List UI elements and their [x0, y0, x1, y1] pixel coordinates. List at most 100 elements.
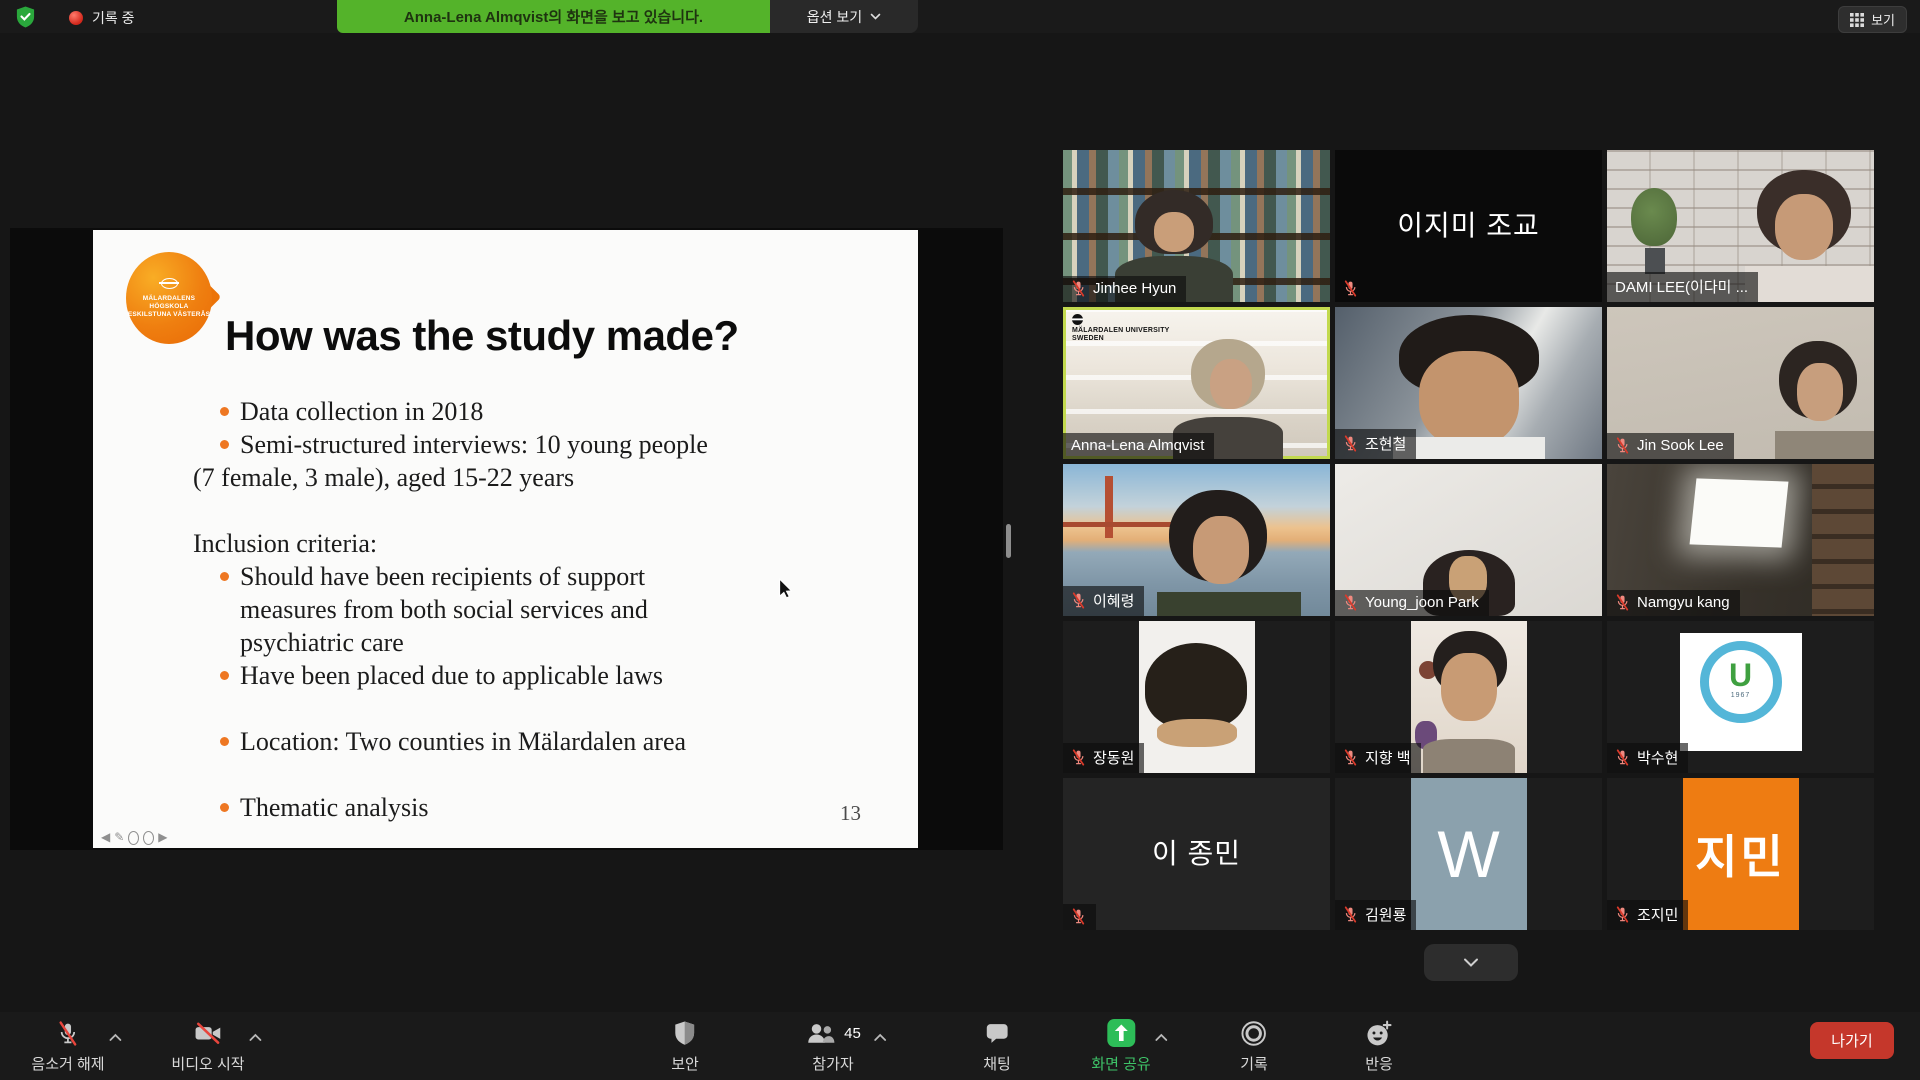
bullet-dot [220, 572, 229, 581]
participant-tile[interactable]: 지민조지민 [1607, 778, 1874, 930]
slide-line-text: (7 female, 3 male), aged 15-22 years [193, 463, 574, 492]
participant-badge: 장동원 [1063, 743, 1144, 773]
toolbar-chat-button[interactable]: 채팅 [983, 1018, 1011, 1074]
participant-tile[interactable]: 장동원 [1063, 621, 1330, 773]
view-button[interactable]: 보기 [1838, 6, 1907, 33]
participants-icon [805, 1021, 836, 1046]
more-participants-button[interactable] [1424, 944, 1518, 981]
chat-icon [984, 1021, 1010, 1046]
leave-meeting-button[interactable]: 나가기 [1810, 1022, 1894, 1059]
video-scene-shape [1441, 653, 1497, 721]
toolbar-button-label: 반응 [1365, 1053, 1393, 1074]
participant-name: Jinhee Hyun [1093, 280, 1176, 297]
presenter-menu-icon[interactable] [143, 831, 154, 845]
participant-badge: 이혜령 [1063, 586, 1144, 616]
participant-tile[interactable]: 조현철 [1335, 307, 1602, 459]
participant-tile[interactable]: Jinhee Hyun [1063, 150, 1330, 302]
toolbar-unmute-button[interactable]: 음소거 해제 [31, 1018, 104, 1074]
participant-tile[interactable]: W김원룡 [1335, 778, 1602, 930]
mouse-cursor [778, 578, 793, 604]
view-button-label: 보기 [1871, 10, 1895, 29]
video-scene-shape [1419, 351, 1519, 447]
chevron-down-icon [1463, 958, 1479, 967]
university-emblem-icon [1072, 314, 1083, 325]
participant-name: Young_joon Park [1365, 594, 1479, 611]
shield-icon [673, 1020, 696, 1046]
bullet-dot [220, 407, 229, 416]
slide-line-text: Have been placed due to applicable laws [240, 661, 663, 690]
participant-tile[interactable]: Young_joon Park [1335, 464, 1602, 616]
participant-name: 이혜령 [1093, 590, 1134, 611]
previous-slide-icon[interactable]: ◀ [101, 830, 110, 844]
slide-line: Should have been recipients of support m… [93, 560, 718, 659]
participant-tile[interactable]: MÄLARDALEN UNIVERSITYSWEDEN Anna-Lena Alm… [1063, 307, 1330, 459]
slide-line: Data collection in 2018 [93, 395, 718, 428]
viewing-screen-banner-text: Anna-Lena Almqvist의 화면을 보고 있습니다. [404, 6, 703, 27]
toolbar-button-label: 보안 [671, 1053, 699, 1074]
participant-name: 조현철 [1365, 433, 1406, 454]
panel-resize-handle[interactable] [1006, 524, 1011, 558]
participant-tile[interactable]: 이 종민 [1063, 778, 1330, 930]
zoom-meeting-window: 기록 중 Anna-Lena Almqvist의 화면을 보고 있습니다. 옵션… [0, 0, 1920, 1080]
video-scene-shape [1812, 464, 1874, 616]
slide-line: Thematic analysis [93, 791, 718, 824]
participant-badge: 박수현 [1607, 743, 1688, 773]
toolbar-record-button[interactable]: 기록 [1240, 1018, 1268, 1074]
presenter-tool-icon[interactable] [128, 831, 139, 845]
view-options-button[interactable]: 옵션 보기 [770, 0, 918, 33]
toolbar-start-video-button[interactable]: 비디오 시작 [171, 1018, 244, 1074]
university-logo-emblem [161, 278, 178, 289]
muted-mic-icon [1615, 906, 1630, 923]
next-slide-icon[interactable]: ▶ [158, 830, 167, 844]
participant-badge [1335, 276, 1368, 302]
toolbar-security-button[interactable]: 보안 [671, 1018, 699, 1074]
slide-line: Location: Two counties in Mälardalen are… [93, 725, 718, 758]
toolbar-button-label: 비디오 시작 [171, 1053, 244, 1074]
participant-badge [1063, 904, 1096, 930]
participant-name: 박수현 [1637, 747, 1678, 768]
participant-tile[interactable]: DAMI LEE(이다미 ... [1607, 150, 1874, 302]
participant-name: Anna-Lena Almqvist [1071, 437, 1204, 454]
participant-tile[interactable]: U1967박수현 [1607, 621, 1874, 773]
participant-tile[interactable]: 이지미 조교 [1335, 150, 1602, 302]
watermark-line1: MÄLARDALEN UNIVERSITY [1072, 327, 1170, 335]
emblem-letter: U [1709, 658, 1773, 692]
video-scene-shape [1154, 212, 1194, 252]
toolbar-share-screen-button[interactable]: 화면 공유 [1091, 1018, 1150, 1074]
participant-tile[interactable]: Jin Sook Lee [1607, 307, 1874, 459]
participant-tile[interactable]: 이혜령 [1063, 464, 1330, 616]
participant-name: 김원룡 [1365, 904, 1406, 925]
chevron-up-icon[interactable] [248, 1029, 262, 1047]
bullet-dot [220, 440, 229, 449]
chevron-up-icon[interactable] [108, 1029, 122, 1047]
recording-indicator-icon [69, 11, 83, 25]
participant-badge: 조지민 [1607, 900, 1688, 930]
slide-line: Semi-structured interviews: 10 young peo… [93, 428, 718, 461]
avatar-text: W [1411, 816, 1527, 892]
chevron-up-icon[interactable] [873, 1029, 887, 1047]
participant-badge: 지향 백 [1335, 743, 1421, 773]
chevron-down-icon [870, 13, 881, 20]
slide-line-text: Location: Two counties in Mälardalen are… [240, 727, 686, 756]
participant-badge: DAMI LEE(이다미 ... [1607, 272, 1758, 302]
university-logo: MÄLARDALENS HÖGSKOLA ESKILSTUNA VÄSTERÅS [126, 252, 212, 344]
watermark-line2: SWEDEN [1072, 335, 1170, 343]
pen-annotate-icon[interactable]: ✎ [114, 830, 124, 844]
slide-line-text: Should have been recipients of support m… [240, 562, 648, 657]
participant-name: Namgyu kang [1637, 594, 1730, 611]
participant-tile[interactable]: Namgyu kang [1607, 464, 1874, 616]
slide-line: Inclusion criteria: [93, 527, 718, 560]
toolbar-reactions-button[interactable]: 반응 [1365, 1018, 1393, 1074]
meeting-toolbar: 나가기 음소거 해제비디오 시작 보안 45참가자 채팅 화면 공유 기록반응 [0, 1012, 1920, 1080]
muted-mic-icon [1615, 437, 1630, 454]
logo-text-line1: MÄLARDALENS HÖGSKOLA [126, 295, 212, 311]
slide-line-text: Thematic analysis [240, 793, 428, 822]
video-scene-shape [1145, 643, 1247, 729]
participant-tile[interactable]: 지향 백 [1335, 621, 1602, 773]
muted-mic-icon [1615, 749, 1630, 766]
chevron-up-icon[interactable] [1154, 1029, 1168, 1047]
slide-title: How was the study made? [225, 312, 739, 360]
muted-mic-icon [1343, 435, 1358, 452]
toolbar-participants-button[interactable]: 45참가자 [805, 1018, 861, 1074]
participant-name: 지향 백 [1365, 747, 1411, 768]
